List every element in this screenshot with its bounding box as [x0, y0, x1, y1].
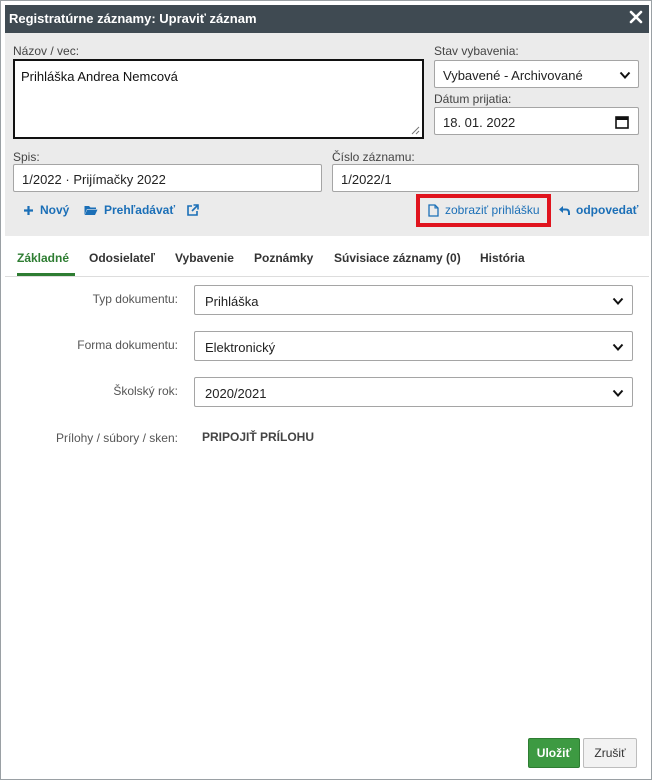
chevron-down-icon [619, 71, 631, 79]
record-number-value: 1/2022/1 [341, 172, 392, 187]
doc-type-value: Prihláška [205, 294, 259, 309]
attach-file-button[interactable]: PRIPOJIŤ PRÍLOHU [202, 430, 314, 444]
plus-icon [24, 205, 33, 215]
open-external-button[interactable] [186, 202, 205, 218]
browse-label: Prehľadávať [104, 203, 176, 217]
edit-record-dialog: Registratúrne záznamy: Upraviť záznam Ná… [0, 0, 652, 780]
status-label: Stav vybavenia: [434, 44, 519, 58]
record-number-input[interactable]: 1/2022/1 [332, 164, 639, 192]
reply-icon [559, 205, 570, 215]
tab-related-records[interactable]: Súvisiace záznamy (0) [334, 251, 461, 265]
external-link-icon [187, 203, 199, 216]
name-value: Prihláška Andrea Nemcová [21, 69, 178, 84]
name-label: Názov / vec: [13, 44, 80, 58]
tab-handling[interactable]: Vybavenie [175, 251, 234, 265]
status-select[interactable]: Vybavené - Archivované [434, 60, 639, 88]
date-value: 18. 01. 2022 [443, 115, 516, 130]
date-input[interactable]: 18. 01. 2022 [434, 107, 639, 135]
school-year-value: 2020/2021 [205, 386, 267, 401]
new-label: Nový [40, 203, 70, 217]
doc-type-select[interactable]: Prihláška [194, 285, 633, 315]
status-value: Vybavené - Archivované [443, 68, 583, 83]
doc-form-value: Elektronický [205, 340, 276, 355]
school-year-label: Školský rok: [113, 384, 178, 398]
tab-sender[interactable]: Odosielateľ [89, 251, 155, 265]
dialog-title: Registratúrne záznamy: Upraviť záznam [9, 11, 257, 26]
doc-form-select[interactable]: Elektronický [194, 331, 633, 361]
calendar-icon[interactable] [615, 115, 629, 129]
tab-notes[interactable]: Poznámky [254, 251, 313, 265]
record-number-label: Číslo záznamu: [332, 150, 415, 164]
resize-grip-icon[interactable] [411, 126, 420, 135]
active-tab-indicator [17, 273, 75, 276]
reply-label: odpovedať [576, 203, 639, 217]
chevron-down-icon [612, 297, 624, 305]
reply-button[interactable]: odpovedať [558, 202, 638, 218]
highlight-box [416, 194, 551, 227]
dialog-titlebar: Registratúrne záznamy: Upraviť záznam [5, 5, 649, 33]
browse-button[interactable]: Prehľadávať [84, 202, 175, 218]
name-textarea[interactable]: Prihláška Andrea Nemcová [13, 59, 424, 139]
doc-type-label: Typ dokumentu: [92, 292, 178, 306]
file-label: Spis: [13, 150, 40, 164]
chevron-down-icon [612, 389, 624, 397]
attachments-label: Prílohy / súbory / sken: [55, 431, 178, 445]
new-button[interactable]: Nový [23, 202, 69, 218]
school-year-select[interactable]: 2020/2021 [194, 377, 633, 407]
date-label: Dátum prijatia: [434, 92, 512, 106]
cancel-button[interactable]: Zrušiť [583, 738, 637, 768]
save-button[interactable]: Uložiť [528, 738, 580, 768]
doc-form-label: Forma dokumentu: [77, 338, 178, 352]
file-value: 1/2022 · Prijímačky 2022 [22, 172, 166, 187]
tab-basic[interactable]: Základné [17, 251, 69, 265]
chevron-down-icon [612, 343, 624, 351]
file-input[interactable]: 1/2022 · Prijímačky 2022 [13, 164, 322, 192]
tab-history[interactable]: História [480, 251, 525, 265]
folder-open-icon [84, 205, 98, 215]
tab-bar: Základné Odosielateľ Vybavenie Poznámky … [5, 236, 649, 277]
close-icon[interactable] [629, 10, 643, 24]
